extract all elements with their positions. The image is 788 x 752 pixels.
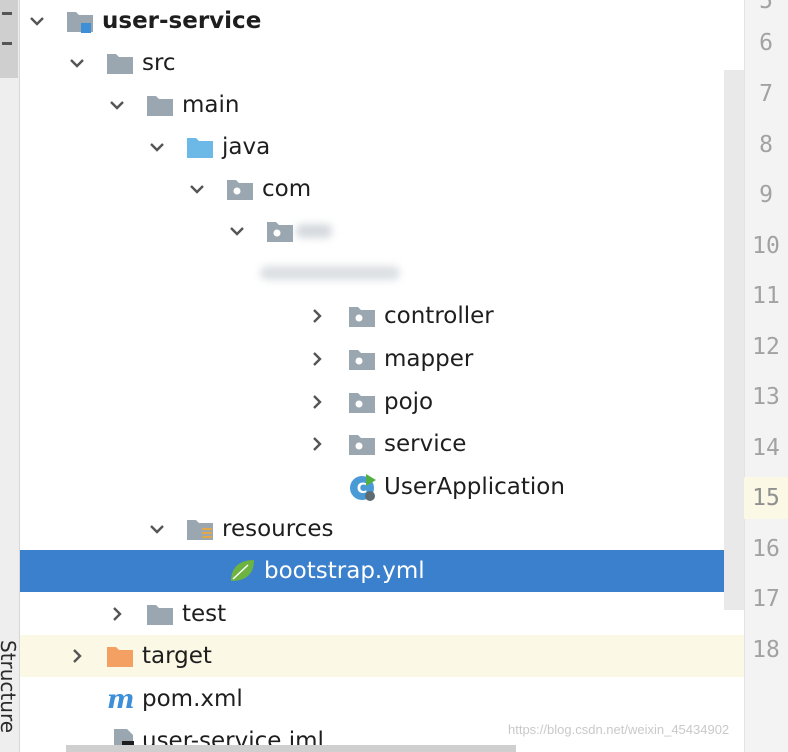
tree-row-pom-xml[interactable]: m pom.xml — [20, 678, 744, 720]
chevron-down-icon[interactable] — [226, 220, 248, 242]
chevron-down-icon[interactable] — [26, 10, 48, 32]
line-number: 11 — [752, 283, 780, 309]
resources-folder-icon — [187, 520, 213, 540]
tree-row-target[interactable]: target — [20, 635, 744, 677]
package-icon — [349, 307, 375, 327]
line-number: 7 — [759, 81, 773, 107]
chevron-right-icon[interactable] — [306, 348, 328, 370]
excluded-folder-icon — [107, 647, 133, 667]
structure-tab-label: Structure — [0, 640, 20, 734]
redacted-text — [260, 266, 400, 280]
folder-icon — [107, 54, 133, 74]
folder-icon — [147, 96, 173, 116]
redacted-text — [296, 224, 332, 238]
chevron-down-icon[interactable] — [106, 94, 128, 116]
watermark: https://blog.csdn.net/weixin_45434902 — [508, 722, 730, 737]
tree-label-test: test — [182, 601, 227, 627]
chevron-down-icon[interactable] — [66, 52, 88, 74]
tree-row-src[interactable]: src — [20, 42, 744, 84]
line-number: 13 — [752, 384, 780, 410]
line-number: 17 — [752, 586, 780, 612]
tree-label-java: java — [222, 134, 271, 160]
line-number: 16 — [752, 536, 780, 562]
tree-label-pom-xml: pom.xml — [142, 686, 243, 712]
tree-label-mapper: mapper — [384, 346, 474, 372]
package-icon — [349, 350, 375, 370]
svg-text:m: m — [107, 685, 134, 713]
chevron-right-icon[interactable] — [306, 305, 328, 327]
chevron-down-icon[interactable] — [146, 518, 168, 540]
chevron-right-icon[interactable] — [306, 433, 328, 455]
tree-label-user-service: user-service — [102, 8, 262, 34]
tree-label-resources: resources — [222, 516, 334, 542]
tree-label-user-application: UserApplication — [384, 474, 565, 500]
line-number: 6 — [759, 30, 773, 56]
spring-leaf-icon — [231, 560, 254, 581]
project-tree: user-service src main java com controlle… — [20, 0, 744, 752]
line-number: 10 — [752, 233, 780, 259]
tree-row-com[interactable]: com — [20, 168, 744, 210]
horizontal-scrollbar[interactable] — [66, 745, 516, 752]
line-number: 5 — [759, 0, 773, 14]
tree-label-main: main — [182, 92, 240, 118]
tree-row-java[interactable]: java — [20, 126, 744, 168]
chevron-down-icon[interactable] — [186, 178, 208, 200]
project-tool-grip[interactable] — [0, 0, 18, 78]
package-icon — [227, 180, 253, 200]
tree-label-bootstrap-yml: bootstrap.yml — [264, 558, 425, 584]
tree-row-redacted-subpackage[interactable] — [20, 252, 744, 294]
left-tool-strip: Structure — [0, 0, 20, 752]
tree-row-test[interactable]: test — [20, 593, 744, 635]
vertical-scrollbar[interactable] — [724, 70, 744, 610]
tree-row-pojo[interactable]: pojo — [20, 381, 744, 423]
spring-boot-class-icon: C — [350, 474, 376, 501]
tree-row-redacted-package[interactable] — [20, 210, 744, 252]
maven-icon: m — [107, 685, 134, 713]
chevron-right-icon[interactable] — [66, 645, 88, 667]
module-folder-icon — [67, 12, 93, 33]
tree-label-src: src — [142, 50, 176, 76]
chevron-down-icon[interactable] — [146, 136, 168, 158]
tree-row-user-service[interactable]: user-service — [20, 0, 744, 42]
line-number: 9 — [759, 182, 773, 208]
tree-row-user-application[interactable]: C UserApplication — [20, 466, 744, 508]
source-folder-icon — [187, 138, 213, 158]
line-number: 18 — [752, 637, 780, 663]
tree-row-controller[interactable]: controller — [20, 295, 744, 337]
tree-row-service[interactable]: service — [20, 423, 744, 465]
tree-label-pojo: pojo — [384, 389, 434, 415]
line-number: 8 — [759, 132, 773, 158]
line-number-current: 15 — [744, 477, 788, 519]
tree-label-controller: controller — [384, 303, 494, 329]
package-icon — [349, 435, 375, 455]
tree-row-mapper[interactable]: mapper — [20, 338, 744, 380]
line-number: 14 — [752, 435, 780, 461]
package-icon — [349, 393, 375, 413]
tree-label-target: target — [142, 643, 212, 669]
tree-row-bootstrap-yml[interactable]: bootstrap.yml — [20, 550, 744, 592]
structure-tool-tab[interactable]: Structure — [0, 640, 20, 752]
tree-label-service: service — [384, 431, 467, 457]
folder-icon — [147, 605, 173, 625]
tree-row-resources[interactable]: resources — [20, 508, 744, 550]
tree-row-main[interactable]: main — [20, 84, 744, 126]
tree-label-com: com — [262, 176, 312, 202]
line-number: 12 — [752, 334, 780, 360]
chevron-right-icon[interactable] — [306, 391, 328, 413]
chevron-right-icon[interactable] — [106, 603, 128, 625]
package-icon — [267, 222, 293, 242]
editor-gutter: 5 6 7 8 9 10 11 12 13 14 15 16 17 18 — [744, 0, 788, 752]
